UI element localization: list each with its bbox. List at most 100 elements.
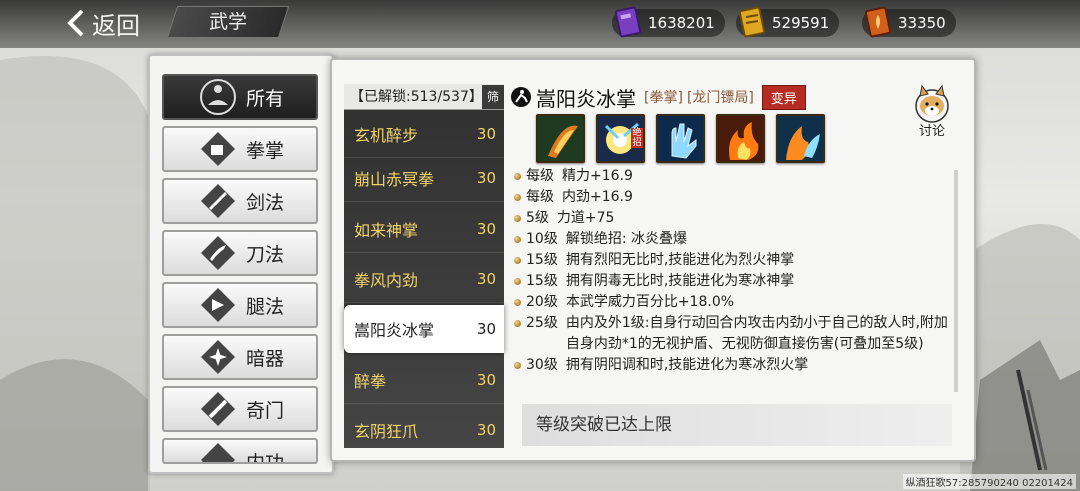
effect-level: 5级 bbox=[526, 210, 549, 226]
gold-scroll-icon bbox=[738, 6, 766, 38]
skill-list-item[interactable]: 玄机醉步 30 bbox=[344, 110, 504, 158]
chevron-left-icon bbox=[67, 9, 84, 37]
effect-level: 25级 bbox=[526, 315, 558, 331]
category-sword[interactable]: 剑法 bbox=[162, 178, 318, 224]
inner-power-icon bbox=[201, 443, 235, 462]
effect-row: 25级 由内及外1级:自身行动回合内攻击内劲小于自己的敌人时,附加自身内劲*1的无… bbox=[512, 313, 952, 355]
skill-source-tag: [龙门镖局] bbox=[686, 90, 754, 106]
meditation-icon bbox=[200, 79, 236, 115]
effect-text: 拥有阴毒无比时,技能进化为寒冰神掌 bbox=[565, 273, 795, 289]
discuss-label: 讨论 bbox=[918, 124, 945, 139]
category-label: 拳掌 bbox=[246, 139, 285, 162]
category-label: 腿法 bbox=[246, 295, 285, 318]
section-title: 武学 bbox=[208, 11, 247, 33]
category-hidden-weapon[interactable]: 暗器 bbox=[162, 334, 318, 380]
skill-name: 崩山赤冥拳 bbox=[354, 169, 435, 189]
effect-text: 内劲+16.9 bbox=[562, 189, 633, 205]
skill-level: 30 bbox=[476, 269, 496, 288]
category-inner[interactable]: 内功 bbox=[162, 438, 318, 464]
skill-type-tag: [拳掌] bbox=[644, 90, 683, 106]
skill-level: 30 bbox=[476, 219, 496, 238]
purple-book-icon bbox=[614, 6, 642, 38]
category-label: 所有 bbox=[246, 87, 285, 110]
back-button[interactable]: 返回 bbox=[66, 6, 140, 40]
effect-level: 每级 bbox=[526, 189, 554, 205]
fire-ice-icon[interactable] bbox=[776, 114, 825, 163]
discuss-button[interactable]: 讨论 bbox=[908, 84, 956, 139]
ultimate-burst-icon[interactable]: 绝招 bbox=[596, 114, 645, 163]
sword-icon bbox=[201, 184, 235, 218]
fist-icon bbox=[201, 132, 235, 166]
skill-title: 嵩阳炎冰掌 bbox=[536, 86, 636, 111]
effect-text: 精力+16.9 bbox=[562, 168, 633, 184]
staff-icon bbox=[201, 392, 235, 426]
unlock-count-header: 【已解锁:513/537】 筛 bbox=[344, 84, 504, 110]
category-label: 奇门 bbox=[246, 399, 285, 422]
fire-fist-icon[interactable] bbox=[536, 114, 585, 163]
skill-list-item[interactable]: 崩山赤冥拳 30 bbox=[344, 154, 504, 202]
effect-row: 15级 拥有阴毒无比时,技能进化为寒冰神掌 bbox=[512, 271, 952, 292]
effect-row: 每级 精力+16.9 bbox=[512, 166, 952, 187]
category-blade[interactable]: 刀法 bbox=[162, 230, 318, 276]
currency-value: 529591 bbox=[772, 14, 830, 32]
skill-level: 30 bbox=[476, 420, 496, 439]
skill-name: 玄机醉步 bbox=[354, 125, 419, 145]
effect-row: 10级 解锁绝招: 冰炎叠爆 bbox=[512, 229, 952, 250]
flame-fist-icon[interactable] bbox=[716, 114, 765, 163]
effect-text: 力道+75 bbox=[556, 210, 615, 226]
currency-fire[interactable]: 33350 bbox=[862, 6, 956, 38]
skill-list-item[interactable]: 醉拳 30 bbox=[344, 356, 504, 404]
blade-icon bbox=[201, 236, 235, 270]
skill-name: 嵩阳炎冰掌 bbox=[354, 320, 435, 340]
category-kick[interactable]: 腿法 bbox=[162, 282, 318, 328]
category-label: 暗器 bbox=[246, 347, 285, 370]
effect-row: 20级 本武学威力百分比+18.0% bbox=[512, 292, 952, 313]
skill-list-item[interactable]: 玄阴狂爪 30 bbox=[344, 406, 504, 454]
effect-level: 15级 bbox=[526, 252, 558, 268]
currency-jade[interactable]: 1638201 bbox=[612, 6, 725, 38]
orange-scroll-icon bbox=[864, 6, 892, 38]
category-label: 内功 bbox=[246, 452, 285, 464]
effect-text: 拥有烈阳无比时,技能进化为烈火神掌 bbox=[565, 252, 795, 268]
filter-button[interactable]: 筛 bbox=[482, 85, 504, 109]
effect-level: 20级 bbox=[526, 294, 558, 310]
effect-text: 本武学威力百分比+18.0% bbox=[565, 294, 735, 310]
skill-list-item[interactable]: 如来神掌 30 bbox=[344, 205, 504, 253]
category-label: 刀法 bbox=[246, 243, 285, 266]
currency-value: 33350 bbox=[898, 14, 946, 32]
category-label: 剑法 bbox=[246, 191, 285, 214]
effect-level: 30级 bbox=[526, 357, 558, 373]
effect-row: 5级 力道+75 bbox=[512, 208, 952, 229]
currency-value: 1638201 bbox=[648, 14, 715, 32]
effect-level: 每级 bbox=[526, 168, 554, 184]
effect-level: 10级 bbox=[526, 231, 558, 247]
section-title-tab: 武学 bbox=[166, 6, 290, 38]
effect-row: 15级 拥有烈阳无比时,技能进化为烈火神掌 bbox=[512, 250, 952, 271]
category-fist[interactable]: 拳掌 bbox=[162, 126, 318, 172]
shiba-dog-icon bbox=[915, 84, 949, 123]
skill-level: 30 bbox=[476, 319, 496, 338]
shuriken-icon bbox=[201, 340, 235, 374]
martial-type-icon bbox=[511, 87, 531, 107]
unlock-count: 【已解锁:513/537】 bbox=[350, 89, 483, 105]
back-label: 返回 bbox=[92, 11, 140, 40]
skill-list-item-selected[interactable]: 嵩阳炎冰掌 30 bbox=[344, 305, 504, 353]
effect-row: 每级 内劲+16.9 bbox=[512, 187, 952, 208]
currency-gold[interactable]: 529591 bbox=[736, 6, 840, 38]
category-all[interactable]: 所有 bbox=[162, 74, 318, 120]
category-special[interactable]: 奇门 bbox=[162, 386, 318, 432]
effect-text: 由内及外1级:自身行动回合内攻击内劲小于自己的敌人时,附加自身内劲*1的无视护盾… bbox=[565, 315, 948, 352]
effect-row: 30级 拥有阴阳调和时,技能进化为寒冰烈火掌 bbox=[512, 355, 952, 376]
skill-name: 如来神掌 bbox=[354, 220, 419, 240]
ice-palm-icon[interactable] bbox=[656, 114, 705, 163]
skill-name: 拳风内劲 bbox=[354, 270, 419, 290]
skill-level: 30 bbox=[476, 168, 496, 187]
effect-text: 拥有阴阳调和时,技能进化为寒冰烈火掌 bbox=[565, 357, 809, 373]
kick-icon bbox=[201, 288, 235, 322]
effects-scrollbar[interactable] bbox=[954, 170, 958, 392]
skill-move-icons: 绝招 bbox=[536, 114, 825, 163]
skill-name: 醉拳 bbox=[354, 371, 387, 391]
skill-level: 30 bbox=[476, 370, 496, 389]
skill-list-item[interactable]: 拳风内劲 30 bbox=[344, 255, 504, 303]
skill-effects-list: 每级 精力+16.9 每级 内劲+16.9 5级 力道+75 10级 解锁绝招: 冰炎叠… bbox=[512, 166, 952, 392]
